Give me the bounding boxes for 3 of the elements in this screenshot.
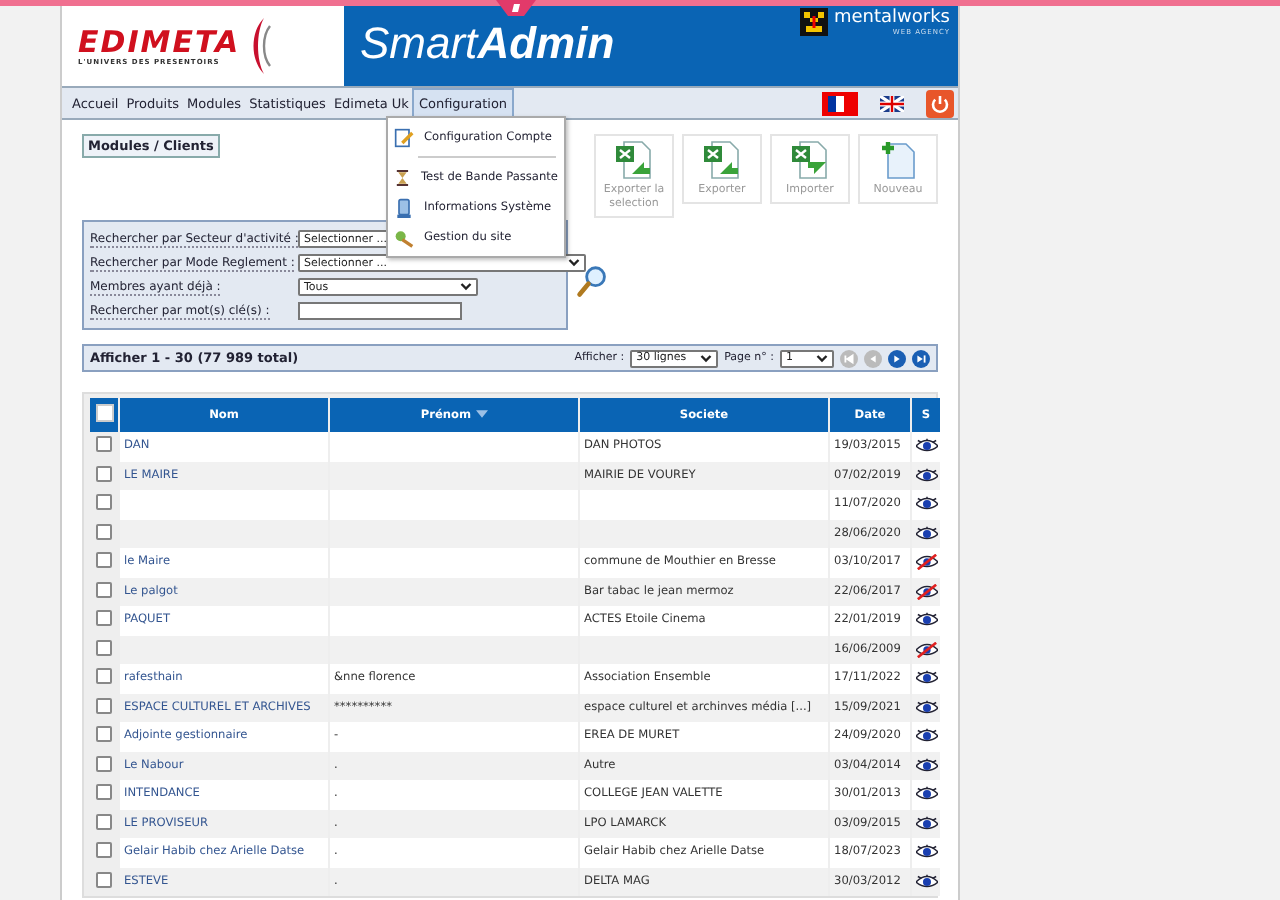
agency-name: mentalworks	[833, 8, 950, 28]
company-logo: EDIMETA	[78, 25, 241, 57]
app-title: SmartAdmin	[360, 20, 615, 68]
